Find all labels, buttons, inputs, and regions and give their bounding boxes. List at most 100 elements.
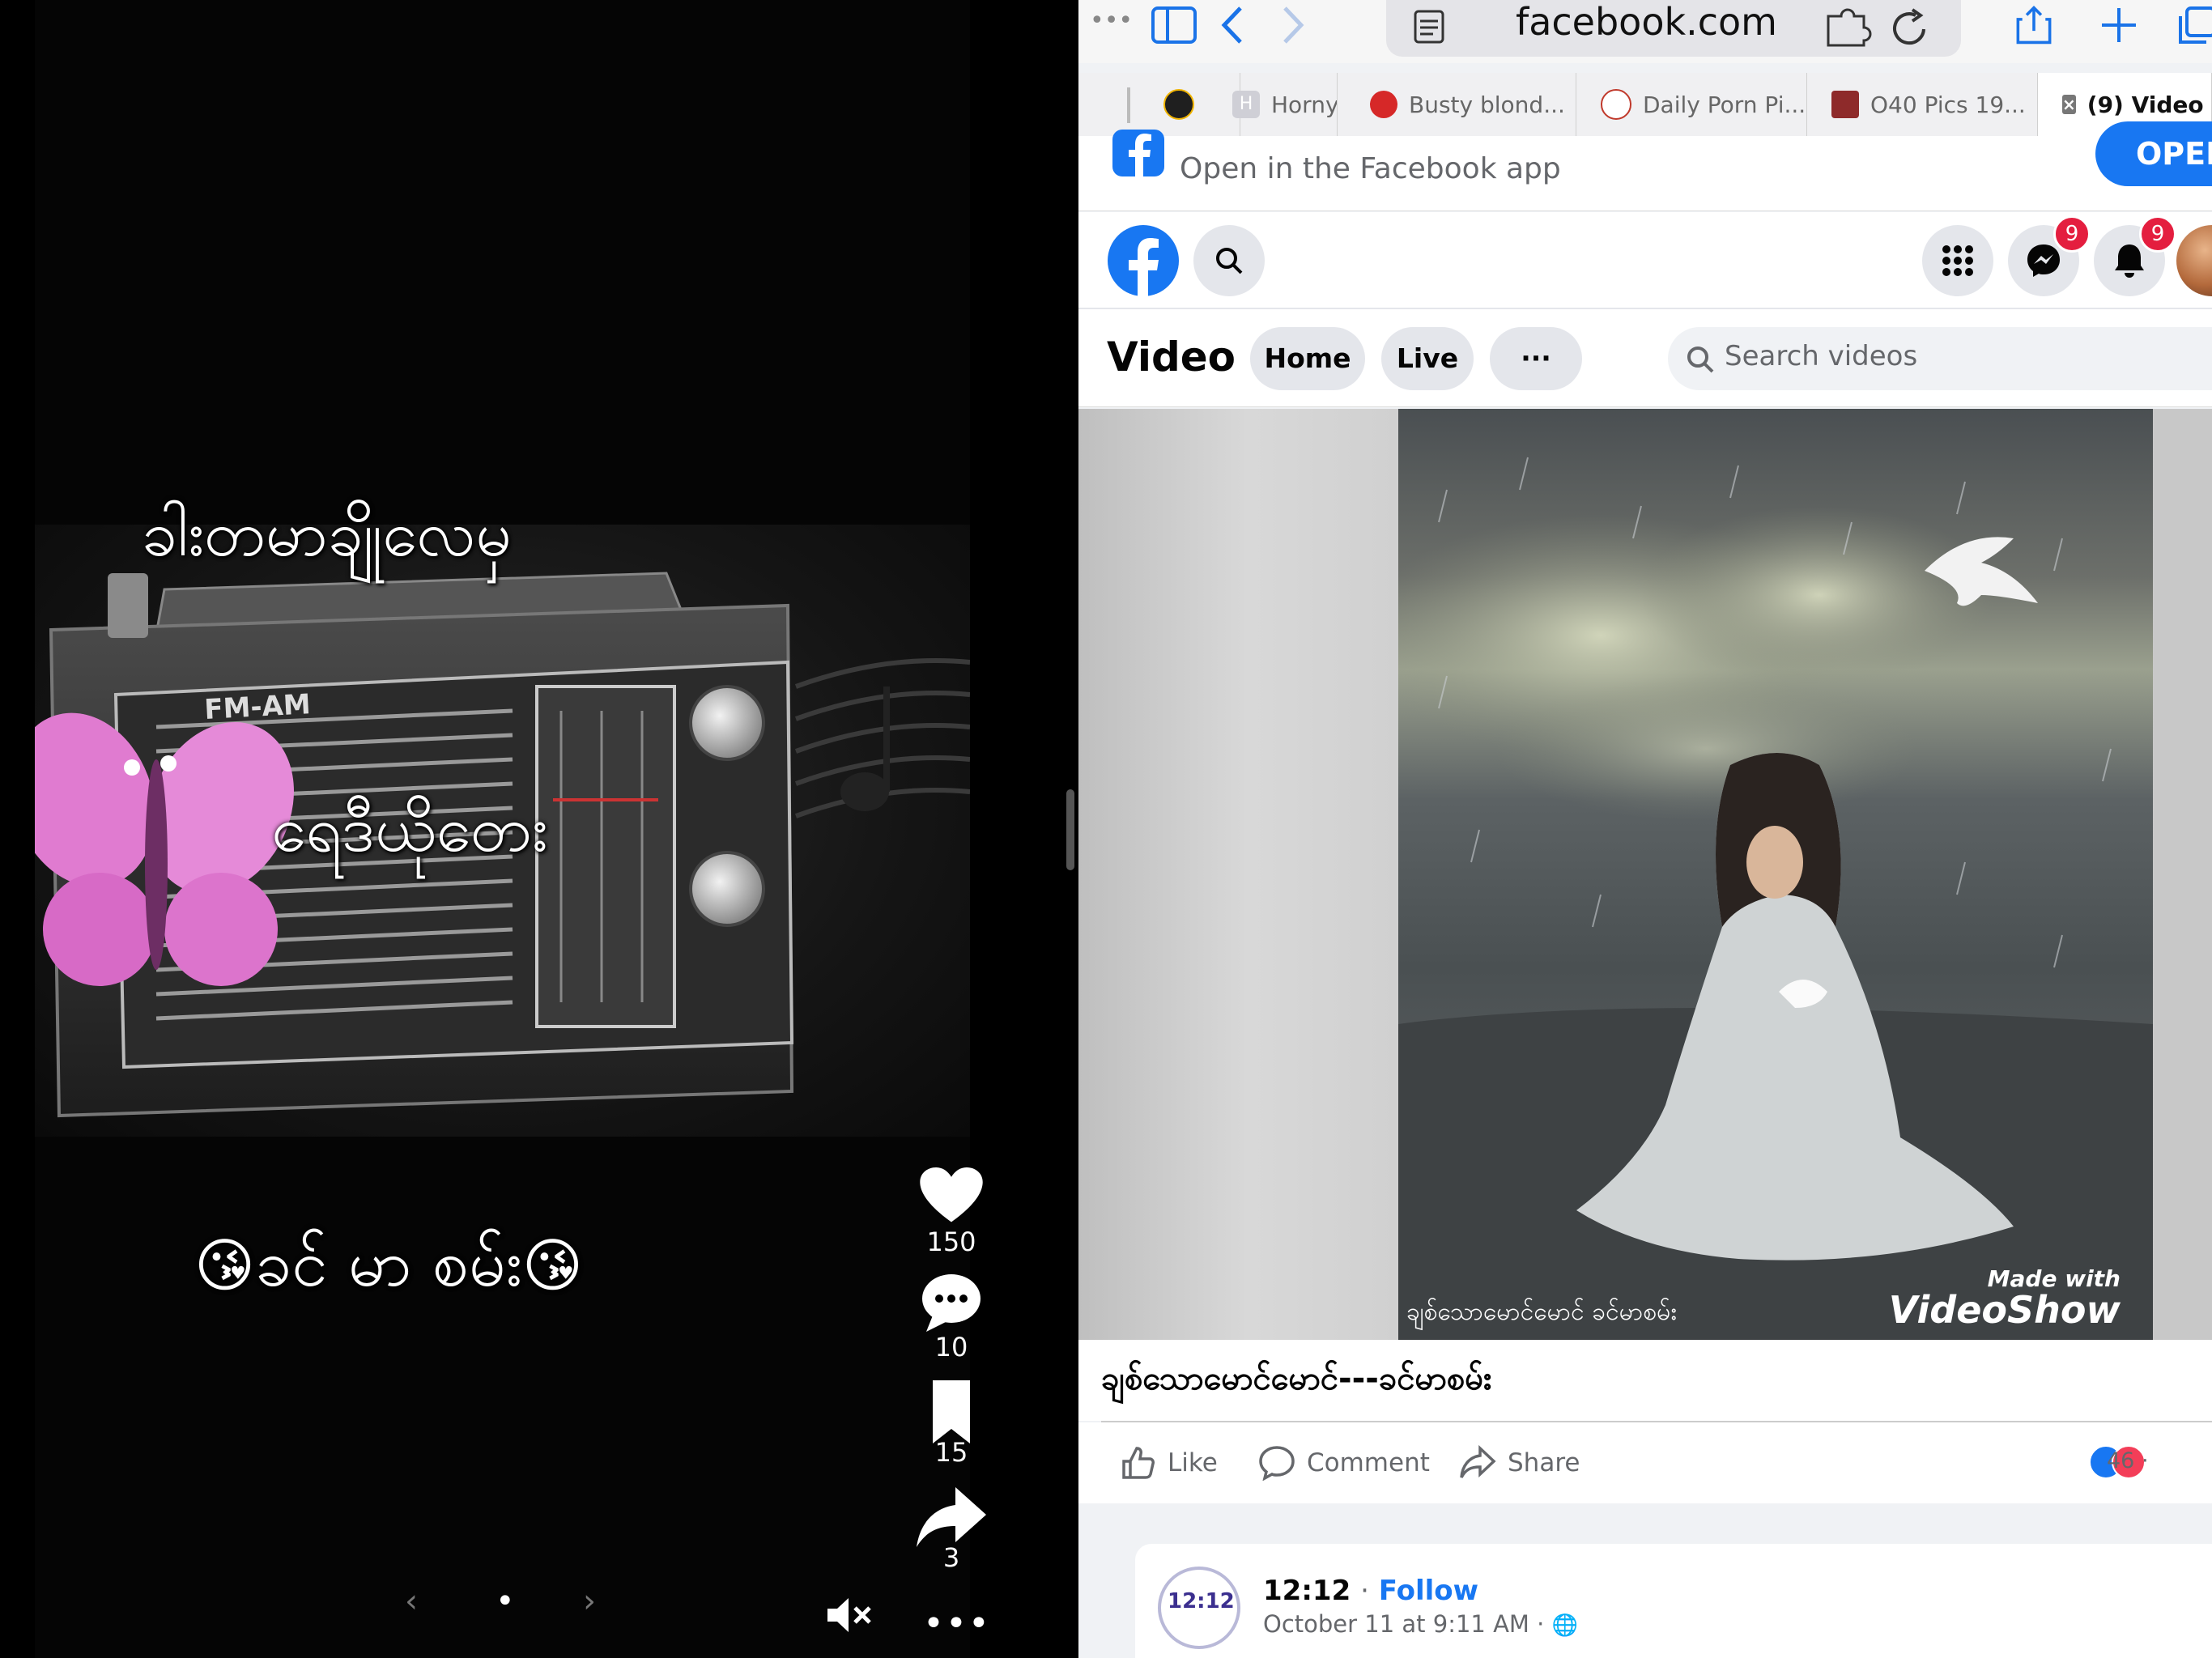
post-date-row: October 11 at 9:11 AM · 🌐 — [1263, 1610, 1578, 1638]
url-text: facebook.com — [1516, 0, 1777, 44]
pager: ‹ • › — [405, 1583, 615, 1631]
kiss-emoji-right: 😘 — [521, 1231, 583, 1299]
comment-button[interactable]: Comment — [1258, 1422, 1430, 1503]
comment-icon[interactable] — [915, 1271, 988, 1336]
sidebar-icon[interactable] — [1150, 5, 1198, 45]
video-player[interactable]: ချစ်သောမောင်မောင် ခင်မာစမ်း Made with Vi… — [1078, 409, 2212, 1340]
tab-label: Daily Porn Pi... — [1643, 91, 1806, 118]
pager-prev-button[interactable]: ‹ — [405, 1583, 418, 1620]
more-options-button[interactable]: ••• — [923, 1603, 991, 1644]
share-label: Share — [1508, 1448, 1580, 1477]
tab-label: O40 Pics 19... — [1870, 91, 2026, 118]
overlay-text-line-3: 😘ခင် မာ စမ်း😘 — [194, 1222, 583, 1318]
facebook-header: 9 9 — [1078, 212, 2212, 309]
open-app-button[interactable]: OPEN — [2095, 121, 2212, 186]
tab-favicon-icon: H — [1232, 91, 1260, 118]
share-arrow-icon[interactable] — [915, 1486, 988, 1550]
split-divider — [1019, 0, 1059, 1658]
overlay-text-line-1: ခါးတမာချိုလေမှ — [142, 498, 513, 571]
open-in-app-text: Open in the Facebook app — [1180, 152, 1561, 185]
extension-puzzle-icon[interactable] — [1823, 5, 1872, 50]
search-videos-input[interactable]: Search videos — [1668, 327, 2212, 390]
reader-icon[interactable] — [1410, 6, 1451, 47]
nav-more-button[interactable]: ··· — [1490, 327, 1582, 390]
comment-bubble-icon — [1259, 1446, 1295, 1481]
close-tab-icon[interactable]: × — [2062, 95, 2076, 114]
search-icon — [1216, 248, 1243, 274]
pager-next-button[interactable]: › — [583, 1583, 596, 1620]
tab-label: Busty blond... — [1409, 91, 1565, 118]
facebook-app-icon — [1112, 130, 1164, 176]
profile-avatar[interactable] — [2176, 225, 2212, 296]
like-label: Like — [1168, 1448, 1218, 1477]
post-card: 12:12 12:12 · Follow October 11 at 9:11 … — [1135, 1544, 2212, 1658]
nav-live-button[interactable]: Live — [1381, 327, 1474, 390]
post-title: ချစ်သောမောင်မောင်---ခင်မာစမ်း — [1101, 1360, 1492, 1397]
search-button[interactable] — [1193, 225, 1265, 296]
public-globe-icon: 🌐 — [1551, 1613, 1578, 1638]
post-title-bar: ချစ်သောမောင်မောင်---ခင်မာစမ်း — [1078, 1340, 2212, 1421]
bookmark-icon[interactable] — [915, 1380, 988, 1445]
search-videos-placeholder: Search videos — [1725, 340, 1918, 372]
tab-label: (9) Video | — [2087, 91, 2212, 118]
pager-dot: • — [496, 1583, 515, 1620]
search-icon — [1687, 346, 1714, 373]
thumbs-up-icon — [1122, 1447, 1155, 1479]
share-icon[interactable] — [2010, 5, 2058, 45]
new-tab-plus-icon[interactable] — [2099, 5, 2139, 45]
share-count: 3 — [942, 1542, 960, 1573]
reload-icon[interactable] — [1888, 6, 1933, 50]
facebook-logo-icon[interactable] — [1108, 225, 1179, 296]
grid-icon — [1942, 245, 1973, 276]
video-still: ချစ်သောမောင်မောင် ခင်မာစမ်း Made with Vi… — [1398, 409, 2153, 1340]
forward-chevron-icon[interactable] — [1277, 5, 1309, 45]
browser-pane: ••• facebook.com H Horny Busty blond... … — [1078, 0, 2212, 1658]
notifications-badge: 9 — [2139, 215, 2176, 253]
tab-2[interactable]: H Horny V — [1176, 73, 1338, 136]
video-nav-bar: Video Home Live ··· Search videos — [1078, 309, 2212, 407]
post-actions: Like Comment Share 46 · — [1078, 1422, 2212, 1503]
overlay-text-line-2: ရေဒီယိုတေး — [271, 793, 548, 866]
svg-text:FM-AM: FM-AM — [203, 688, 311, 726]
tab-4[interactable]: Daily Porn Pi... — [1576, 73, 1807, 136]
comment-count: 10 — [934, 1332, 968, 1363]
multitask-dots-icon[interactable]: ••• — [1090, 6, 1133, 35]
tab-favicon-icon — [1370, 91, 1397, 118]
tab-favicon-icon — [1831, 91, 1859, 118]
kiss-emoji-left: 😘 — [194, 1231, 256, 1299]
feed-gap — [1078, 1503, 2212, 1544]
like-button[interactable]: Like — [1121, 1422, 1218, 1503]
reaction-count: 46 · — [2107, 1448, 2149, 1473]
tab-bar: H Horny V Busty blond... Daily Porn Pi..… — [1078, 73, 2212, 137]
messenger-badge: 9 — [2053, 215, 2091, 253]
video-section-title: Video — [1107, 334, 1236, 380]
back-chevron-icon[interactable] — [1216, 5, 1249, 45]
bell-icon — [2115, 244, 2144, 278]
messenger-button[interactable]: 9 — [2008, 215, 2091, 296]
tab-label: Horny V — [1271, 91, 1338, 118]
watermark-videoshow: VideoShow — [1888, 1288, 2121, 1332]
tab-separator — [1127, 87, 1130, 123]
post-date[interactable]: October 11 at 9:11 AM · — [1263, 1610, 1544, 1638]
nav-home-button[interactable]: Home — [1250, 327, 1365, 390]
tab-overview-icon[interactable] — [2176, 5, 2212, 45]
follow-separator: · — [1360, 1575, 1369, 1607]
follow-button[interactable]: Follow — [1379, 1575, 1478, 1607]
notifications-button[interactable]: 9 — [2094, 215, 2176, 296]
page-avatar[interactable]: 12:12 — [1158, 1567, 1240, 1649]
heart-icon[interactable] — [915, 1166, 988, 1231]
woman-in-rain-image — [1398, 457, 2153, 1340]
page-name[interactable]: 12:12 — [1263, 1575, 1351, 1607]
like-count: 150 — [926, 1226, 976, 1257]
mute-icon[interactable] — [826, 1595, 874, 1635]
comment-label: Comment — [1307, 1448, 1430, 1477]
menu-grid-button[interactable] — [1922, 225, 1993, 296]
tab-favicon-icon — [1601, 89, 1631, 120]
overlay-name-text: ခင် မာ စမ်း — [255, 1226, 522, 1301]
page-avatar-text: 12:12 — [1168, 1589, 1235, 1613]
tab-3[interactable]: Busty blond... — [1346, 73, 1576, 136]
split-resize-handle[interactable] — [1066, 789, 1074, 870]
messenger-icon — [2027, 244, 2060, 277]
share-button[interactable]: Share — [1459, 1422, 1580, 1503]
tab-5[interactable]: O40 Pics 19... — [1807, 73, 2038, 136]
